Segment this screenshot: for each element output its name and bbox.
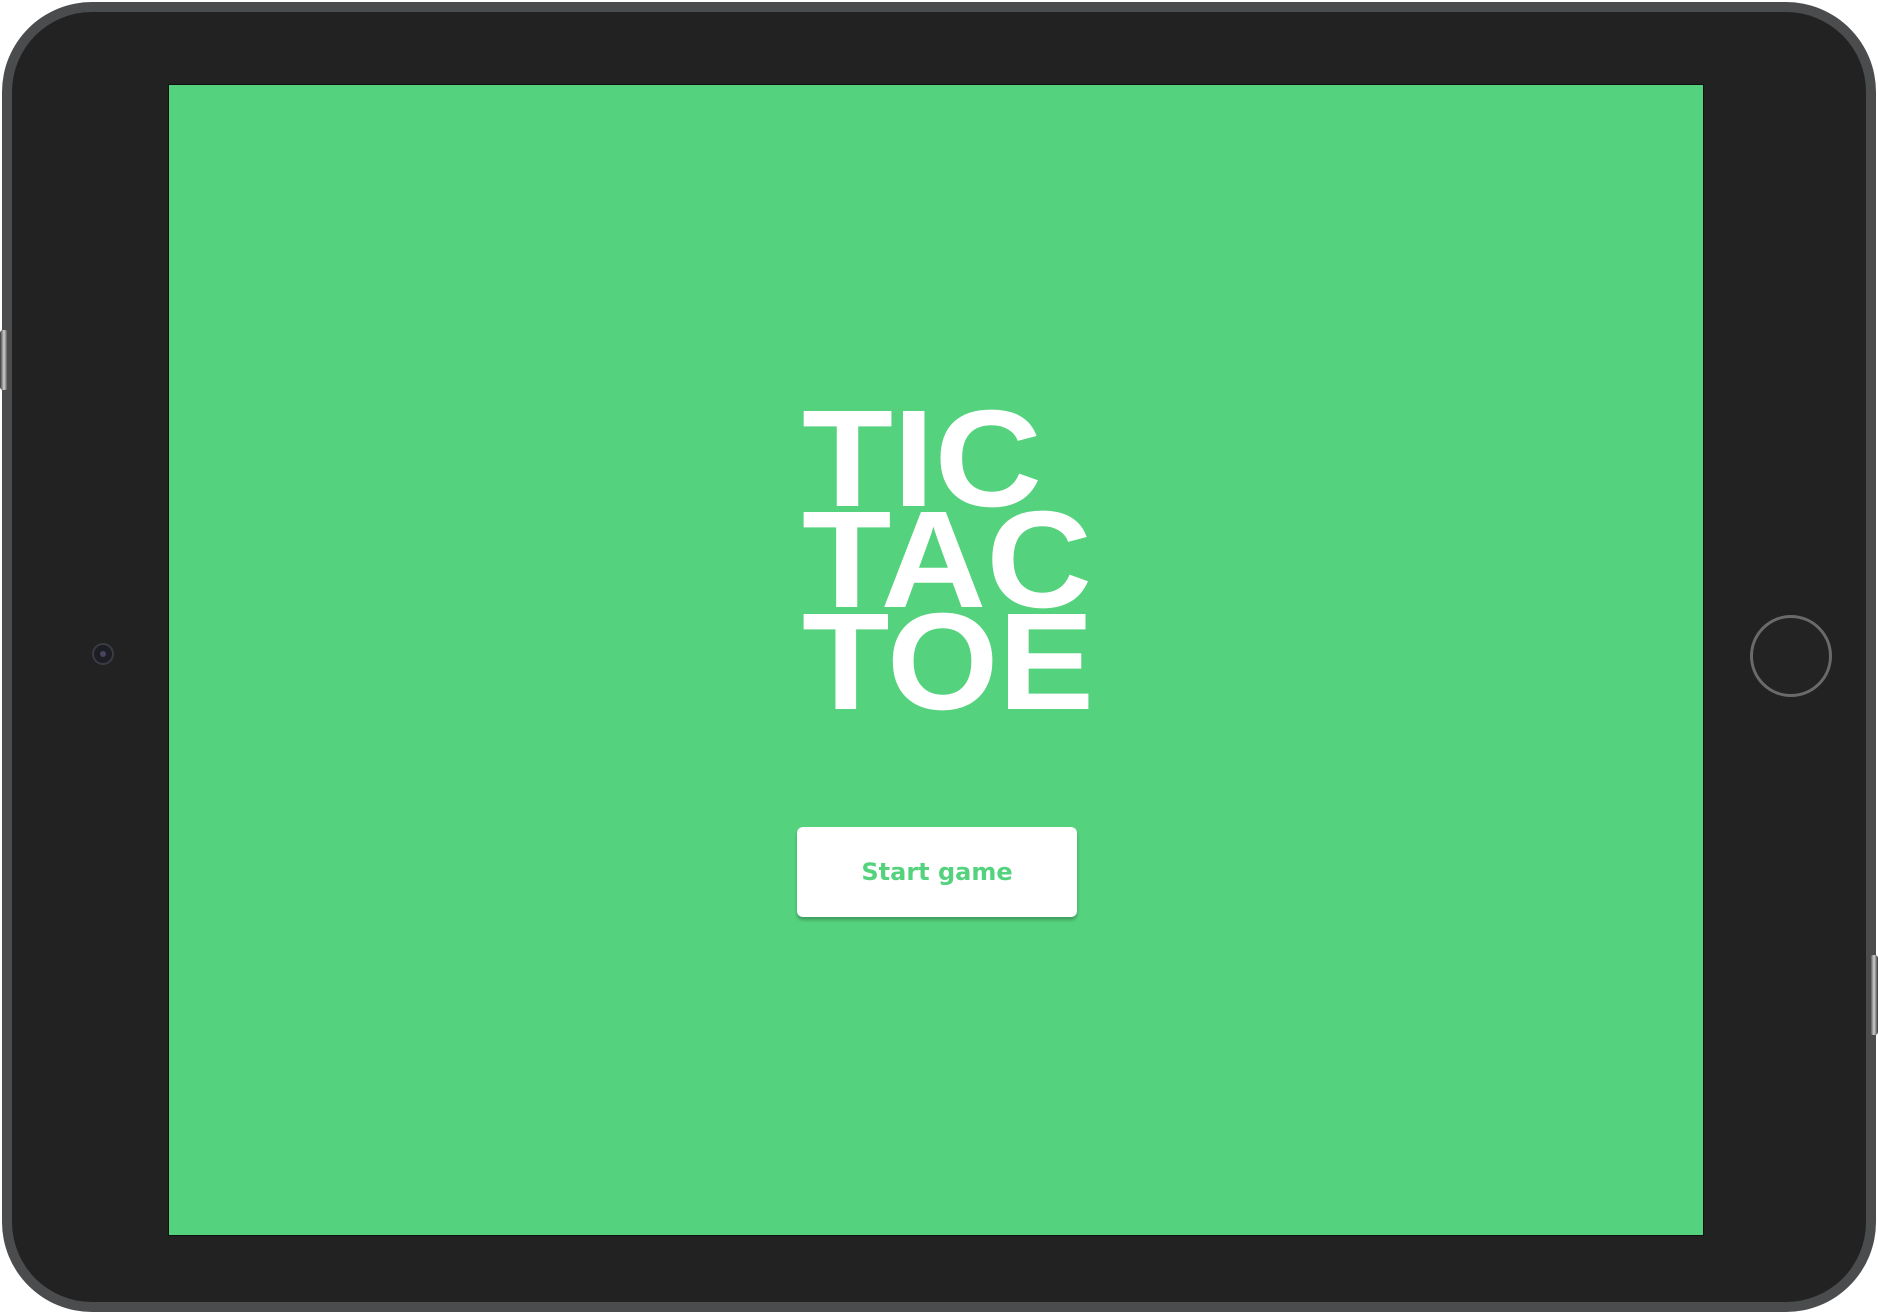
camera-icon (92, 643, 114, 665)
power-button (1870, 955, 1878, 1035)
tablet-device: TIC TAC TOE Start game (0, 0, 1878, 1314)
volume-button (0, 330, 8, 390)
start-game-button[interactable]: Start game (797, 827, 1077, 917)
logo-line-toe: TOE (802, 585, 1094, 739)
home-button[interactable] (1750, 615, 1832, 697)
game-screen: TIC TAC TOE Start game (168, 84, 1704, 1236)
game-logo: TIC TAC TOE (802, 382, 1094, 739)
